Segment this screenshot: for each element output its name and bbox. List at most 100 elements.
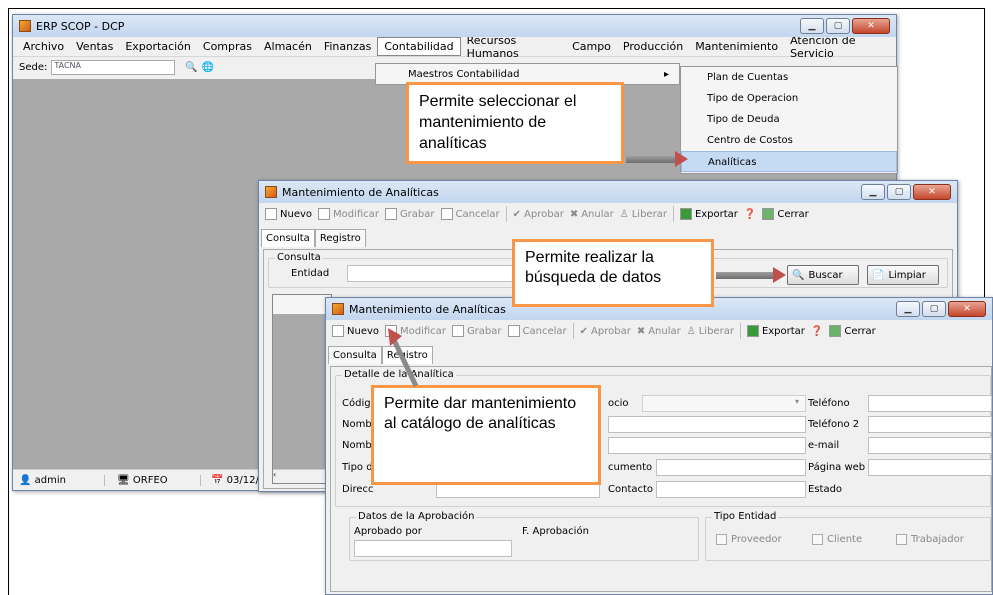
w3-nuevo-button[interactable]: Nuevo [332,325,379,337]
w3-aprobar-button[interactable]: ✔ Aprobar [580,326,631,337]
w2-cerrar-button[interactable]: Cerrar [762,208,809,220]
proveedor-box[interactable] [716,534,727,545]
proveedor-checkbox[interactable]: Proveedor [716,534,782,545]
w2-nuevo-button[interactable]: Nuevo [265,208,312,220]
w3-exportar-label: Exportar [761,325,805,337]
minimize-button[interactable]: ▁ [800,18,824,34]
w3-aprobar-label: Aprobar [591,325,631,337]
w2-aprobar-button[interactable]: ✔ Aprobar [513,209,564,220]
submenu-analiticas[interactable]: Analíticas [681,151,897,172]
window3-minimize-button[interactable]: ▁ [896,301,920,317]
w3-cancelar-button[interactable]: Cancelar [507,325,567,337]
globe-icon[interactable]: 🌐 [202,62,214,73]
telefono-input[interactable] [868,395,992,412]
w2-anular-button[interactable]: ✖ Anular [570,209,614,220]
trabajador-checkbox[interactable]: Trabajador [896,534,964,545]
w2-tab-consulta[interactable]: Consulta [261,229,315,247]
user-icon: 👤 [19,474,32,486]
sede-input[interactable]: TACNA [51,59,176,75]
w3-grabar-label: Grabar [466,325,502,337]
menu-contabilidad[interactable]: Contabilidad [377,37,461,56]
fecha-aprobacion-label: F. Aprobación [522,526,589,537]
computer-icon: 🖥 [117,474,130,486]
w2-grabar-label: Grabar [399,208,435,220]
dropdown-arrow-icon: ▾ [794,397,799,406]
window2-icon [265,186,277,198]
cliente-box[interactable] [812,534,823,545]
menu-produccion[interactable]: Producción [617,38,689,55]
cliente-label: Cliente [827,534,863,545]
w2-modificar-button[interactable]: Modificar [318,208,379,220]
submenu-centro-costos[interactable]: Centro de Costos [681,130,897,151]
host-name: ORFEO [132,474,168,486]
x-icon: ✖ [569,208,579,220]
window2-title: Mantenimiento de Analíticas [282,185,439,199]
maximize-button[interactable]: ▢ [826,18,850,34]
documento-input[interactable] [656,459,806,476]
menu-mantenimiento[interactable]: Mantenimiento [689,38,784,55]
w2-grabar-button[interactable]: Grabar [384,208,435,220]
w2-liberar-label: Liberar [631,208,667,220]
main-title: ERP SCOP - DCP [36,19,125,33]
buscar-button[interactable]: 🔍 Buscar [787,265,859,285]
w2-liberar-button[interactable]: ♙ Liberar [620,209,667,220]
menu-almacen[interactable]: Almacén [258,38,318,55]
menu-archivo[interactable]: Archivo [17,38,70,55]
nombre-input[interactable] [608,416,806,433]
menu-compras[interactable]: Compras [197,38,258,55]
w2-cancelar-label: Cancelar [455,208,500,220]
window2-close-button[interactable]: ✕ [913,184,951,200]
buscar-label: Buscar [808,269,843,281]
arrow-to-analiticas [626,151,688,167]
window3-maximize-button[interactable]: ▢ [922,301,946,317]
contacto-input[interactable] [656,481,806,498]
w3-grabar-button[interactable]: Grabar [451,325,502,337]
pagina-web-input[interactable] [868,459,992,476]
w3-tab-consulta[interactable]: Consulta [328,346,382,364]
submenu-plan-cuentas[interactable]: Plan de Cuentas [681,67,897,88]
grid-header [273,295,331,315]
release-icon: ♙ [619,208,629,220]
submenu-tipo-operacion[interactable]: Tipo de Operacion [681,88,897,109]
window2-maximize-button[interactable]: ▢ [887,184,911,200]
w3-anular-button[interactable]: ✖ Anular [637,326,681,337]
pagina-web-label: Página web [808,462,866,473]
aprobado-por-input[interactable] [354,540,512,557]
window2-minimize-button[interactable]: ▁ [861,184,885,200]
window3-close-button[interactable]: ✕ [948,301,986,317]
w2-cancelar-button[interactable]: Cancelar [440,208,500,220]
trabajador-box[interactable] [896,534,907,545]
w3-exportar-button[interactable]: Exportar [746,325,805,337]
results-grid: ‹ [272,294,332,484]
window3-title: Mantenimiento de Analíticas [349,302,506,316]
menu-exportacion[interactable]: Exportación [119,38,197,55]
window2-toolbar: Nuevo Modificar Grabar Cancelar ✔ Aprobar… [259,203,957,225]
menu-campo[interactable]: Campo [566,38,617,55]
menu-finanzas[interactable]: Finanzas [318,38,378,55]
nombre-label: Nomb [342,419,372,430]
window3-icon [332,303,344,315]
limpiar-button[interactable]: 📄 Limpiar [867,265,939,285]
grid-scrollbar[interactable]: ‹ [273,469,331,483]
toolbar-separator [739,323,741,339]
search-icon[interactable]: 🔍 [185,62,197,73]
tipo-entidad-group-label: Tipo Entidad [712,511,779,522]
submenu-tipo-deuda[interactable]: Tipo de Deuda [681,109,897,130]
date-status: 📅 03/12/ [201,475,259,486]
close-button[interactable]: ✕ [852,18,890,34]
socio-select[interactable]: ▾ [642,395,806,412]
menu-ventas[interactable]: Ventas [70,38,119,55]
save-icon [384,208,397,220]
w3-liberar-button[interactable]: ♙ Liberar [687,326,734,337]
cliente-checkbox[interactable]: Cliente [812,534,862,545]
nombre2-input[interactable] [608,437,806,454]
w2-exportar-button[interactable]: Exportar [679,208,738,220]
toolbar-separator [572,323,574,339]
w3-cerrar-button[interactable]: Cerrar [829,325,876,337]
w3-help-button[interactable]: ❓ [811,326,823,337]
telefono2-input[interactable] [868,416,992,433]
toolbar-separator [672,206,674,222]
w2-help-button[interactable]: ❓ [744,209,756,220]
w2-tab-registro[interactable]: Registro [314,229,366,247]
email-input[interactable] [868,437,992,454]
